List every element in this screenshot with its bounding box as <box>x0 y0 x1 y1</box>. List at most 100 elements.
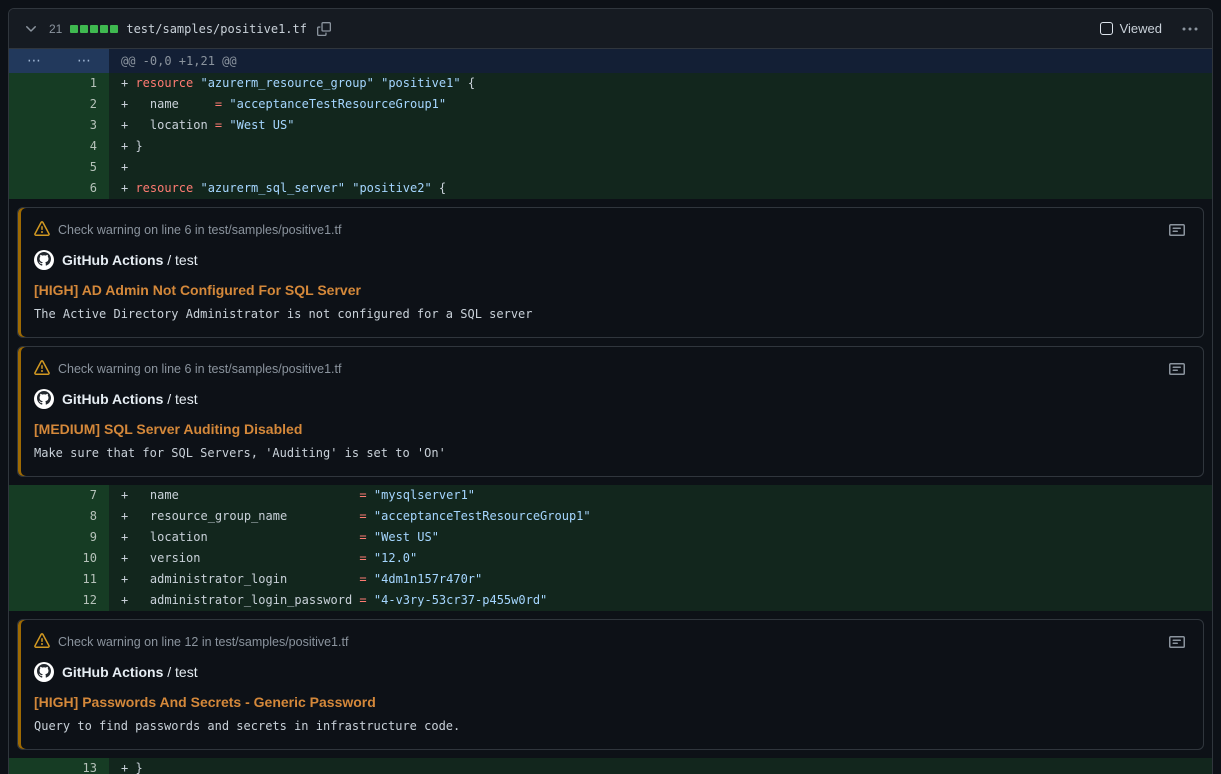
github-logo-icon <box>37 252 51 269</box>
copy-icon <box>317 22 331 36</box>
annotation-header-text: Check warning on line 12 in test/samples… <box>58 635 348 649</box>
line-number[interactable]: 6 <box>9 178 109 199</box>
line-code: + administrator_login = "4dm1n157r470r" <box>109 569 1212 590</box>
line-number[interactable]: 5 <box>9 157 109 178</box>
hunk-header: @@ -0,0 +1,21 @@ <box>109 49 1212 73</box>
line-number[interactable]: 11 <box>9 569 109 590</box>
line-number[interactable]: 3 <box>9 115 109 136</box>
file-diff-card: 21 test/samples/positive1.tf Viewed <box>8 8 1213 774</box>
diff-line-12: 12+ administrator_login_password = "4-v3… <box>9 590 1212 611</box>
diff-line-10: 10+ version = "12.0" <box>9 548 1212 569</box>
annotation-description: The Active Directory Administrator is no… <box>34 307 1187 321</box>
line-code: + } <box>109 758 1212 774</box>
annotation-title: [HIGH] Passwords And Secrets - Generic P… <box>34 694 1187 710</box>
annotation-note-button[interactable] <box>1167 632 1187 652</box>
viewed-label: Viewed <box>1120 21 1162 36</box>
annotation-source-job: / test <box>163 391 197 407</box>
hunk-header-row: ⋯ ⋯ @@ -0,0 +1,21 @@ <box>9 49 1212 73</box>
line-code: + name = "mysqlserver1" <box>109 485 1212 506</box>
expand-diff-button-right[interactable]: ⋯ <box>59 49 109 73</box>
line-code: + resource_group_name = "acceptanceTestR… <box>109 506 1212 527</box>
line-code: + <box>109 157 1212 178</box>
annotation-source: GitHub Actions / test <box>34 389 1187 409</box>
diff-line-8: 8+ resource_group_name = "acceptanceTest… <box>9 506 1212 527</box>
annotation-source-job: / test <box>163 664 197 680</box>
diff-line-4: 4+ } <box>9 136 1212 157</box>
file-name[interactable]: test/samples/positive1.tf <box>126 22 307 36</box>
diff-stat-square <box>90 25 98 33</box>
annotation-title: [MEDIUM] SQL Server Auditing Disabled <box>34 421 1187 437</box>
collapse-file-button[interactable] <box>21 19 41 39</box>
annotation-header: Check warning on line 6 in test/samples/… <box>34 359 1187 379</box>
warning-triangle-icon <box>34 360 50 379</box>
annotation-note-button[interactable] <box>1167 220 1187 240</box>
expand-diff-button-left[interactable]: ⋯ <box>9 49 59 73</box>
line-code: + version = "12.0" <box>109 548 1212 569</box>
diff-line-1: 1+ resource "azurerm_resource_group" "po… <box>9 73 1212 94</box>
annotation-header: Check warning on line 6 in test/samples/… <box>34 220 1187 240</box>
line-number[interactable]: 2 <box>9 94 109 115</box>
line-number[interactable]: 12 <box>9 590 109 611</box>
copy-path-button[interactable] <box>315 20 333 38</box>
viewed-control[interactable]: Viewed <box>1100 21 1162 36</box>
diff-page: 21 test/samples/positive1.tf Viewed <box>0 0 1221 774</box>
diff-code-section-2: 7+ name = "mysqlserver1"8+ resource_grou… <box>9 485 1212 611</box>
annotation-header-text: Check warning on line 6 in test/samples/… <box>58 362 341 376</box>
check-annotation-2: Check warning on line 6 in test/samples/… <box>17 346 1204 477</box>
line-number[interactable]: 7 <box>9 485 109 506</box>
annotation-source-name[interactable]: GitHub Actions <box>62 391 163 407</box>
diff-line-6: 6+ resource "azurerm_sql_server" "positi… <box>9 178 1212 199</box>
line-number[interactable]: 4 <box>9 136 109 157</box>
line-number[interactable]: 8 <box>9 506 109 527</box>
check-annotation-1: Check warning on line 6 in test/samples/… <box>17 207 1204 338</box>
annotation-note-button[interactable] <box>1167 359 1187 379</box>
hunk-gutter: ⋯ ⋯ <box>9 49 109 73</box>
line-code: + administrator_login_password = "4-v3ry… <box>109 590 1212 611</box>
line-number[interactable]: 9 <box>9 527 109 548</box>
diff-stat-square <box>100 25 108 33</box>
chevron-down-icon <box>23 21 39 37</box>
annotation-source: GitHub Actions / test <box>34 662 1187 682</box>
line-code: + name = "acceptanceTestResourceGroup1" <box>109 94 1212 115</box>
changes-count: 21 <box>49 22 62 36</box>
diff-line-2: 2+ name = "acceptanceTestResourceGroup1" <box>9 94 1212 115</box>
annotation-source-name[interactable]: GitHub Actions <box>62 664 163 680</box>
diff-line-13: 13+ } <box>9 758 1212 774</box>
line-code: + } <box>109 136 1212 157</box>
file-header: 21 test/samples/positive1.tf Viewed <box>9 9 1212 49</box>
line-number[interactable]: 10 <box>9 548 109 569</box>
annotation-header-text: Check warning on line 6 in test/samples/… <box>58 223 341 237</box>
diff-stat-square <box>80 25 88 33</box>
annotation-note-icon <box>1169 634 1185 650</box>
diff-code-section-3: 13+ }14+ <box>9 758 1212 774</box>
viewed-checkbox[interactable] <box>1100 22 1113 35</box>
file-options-button[interactable] <box>1180 19 1200 39</box>
line-code: + location = "West US" <box>109 115 1212 136</box>
github-logo-icon <box>37 664 51 681</box>
diff-line-5: 5+ <box>9 157 1212 178</box>
annotation-header: Check warning on line 12 in test/samples… <box>34 632 1187 652</box>
diff-code-section-1: 1+ resource "azurerm_resource_group" "po… <box>9 73 1212 199</box>
diff-stat-square <box>70 25 78 33</box>
annotation-description: Query to find passwords and secrets in i… <box>34 719 1187 733</box>
github-avatar <box>34 662 54 682</box>
annotation-source-job: / test <box>163 252 197 268</box>
diff-line-9: 9+ location = "West US" <box>9 527 1212 548</box>
line-number[interactable]: 1 <box>9 73 109 94</box>
annotation-source-name[interactable]: GitHub Actions <box>62 252 163 268</box>
github-avatar <box>34 389 54 409</box>
annotation-description: Make sure that for SQL Servers, 'Auditin… <box>34 446 1187 460</box>
check-annotation-3: Check warning on line 12 in test/samples… <box>17 619 1204 750</box>
warning-triangle-icon <box>34 221 50 240</box>
diff-line-3: 3+ location = "West US" <box>9 115 1212 136</box>
line-code: + resource "azurerm_sql_server" "positiv… <box>109 178 1212 199</box>
github-avatar <box>34 250 54 270</box>
annotation-source: GitHub Actions / test <box>34 250 1187 270</box>
warning-triangle-icon <box>34 633 50 652</box>
annotation-note-icon <box>1169 361 1185 377</box>
diff-stat-square <box>110 25 118 33</box>
line-code: + resource "azurerm_resource_group" "pos… <box>109 73 1212 94</box>
github-logo-icon <box>37 391 51 408</box>
diff-line-11: 11+ administrator_login = "4dm1n157r470r… <box>9 569 1212 590</box>
line-number[interactable]: 13 <box>9 758 109 774</box>
